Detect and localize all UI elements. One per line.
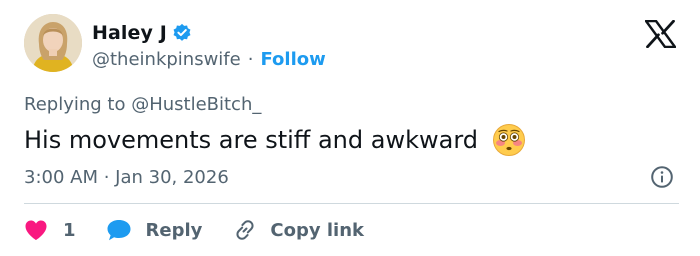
tweet-text: His movements are stiff and awkward [24,126,478,154]
flushed-face-emoji [492,123,526,157]
heart-icon [24,219,48,241]
info-icon[interactable] [650,165,674,189]
like-count: 1 [63,219,76,241]
divider [24,203,679,204]
follow-button[interactable]: Follow [260,49,325,70]
handle-row: @theinkpinswife · Follow [92,49,326,70]
link-icon [232,217,258,243]
handle[interactable]: @theinkpinswife [92,49,241,70]
avatar[interactable] [24,14,82,72]
copy-link-button[interactable]: Copy link [232,217,364,243]
name-row: Haley J [92,22,192,44]
replying-to[interactable]: Replying to @HustleBitch_ [24,94,261,115]
reply-label: Reply [145,219,203,241]
speech-bubble-icon [106,218,132,242]
tweet-card: Haley J @theinkpinswife · Follow Replyin… [0,0,700,256]
tweet-text-row: His movements are stiff and awkward [24,123,526,157]
verified-badge-icon [172,23,192,43]
x-logo-icon[interactable] [644,19,677,49]
display-name[interactable]: Haley J [92,22,167,44]
reply-button[interactable]: Reply [106,218,203,242]
like-button[interactable]: 1 [24,219,76,241]
separator-dot: · [247,49,254,70]
copy-link-label: Copy link [270,219,364,241]
timestamp[interactable]: 3:00 AM · Jan 30, 2026 [24,167,229,188]
action-bar: 1 Reply Copy link [24,216,364,244]
